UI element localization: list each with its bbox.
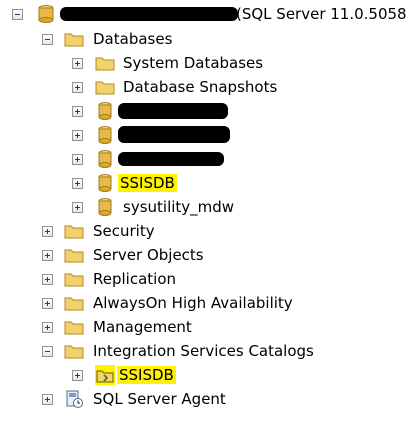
expand-icon[interactable] — [72, 82, 83, 93]
collapse-icon[interactable] — [42, 346, 53, 357]
tree-node-database-redacted[interactable] — [0, 99, 408, 123]
expand-icon[interactable] — [72, 154, 83, 165]
expand-icon[interactable] — [42, 394, 53, 405]
system-databases-label: System Databases — [123, 54, 264, 72]
database-icon — [98, 126, 112, 144]
security-label: Security — [93, 222, 155, 240]
database-icon — [98, 174, 112, 192]
expand-icon[interactable] — [72, 130, 83, 141]
expand-icon[interactable] — [42, 322, 53, 333]
tree-node-sql-server-agent[interactable]: SQL Server Agent — [0, 387, 408, 411]
folder-icon — [64, 225, 84, 239]
management-label: Management — [93, 318, 192, 336]
integration-services-catalogs-label: Integration Services Catalogs — [93, 342, 314, 360]
tree-node-ssisdb-catalog[interactable]: SSISDB — [0, 363, 408, 387]
ssisdb-database-label: SSISDB — [118, 174, 177, 192]
expand-icon[interactable] — [42, 226, 53, 237]
tree-node-replication[interactable]: Replication — [0, 267, 408, 291]
server-objects-label: Server Objects — [93, 246, 204, 264]
database-snapshots-label: Database Snapshots — [123, 78, 278, 96]
collapse-icon[interactable] — [12, 9, 23, 20]
database-icon — [98, 198, 112, 216]
folder-icon — [64, 249, 84, 263]
tree-node-database-redacted[interactable] — [0, 123, 408, 147]
folder-icon — [64, 345, 84, 359]
tree-node-management[interactable]: Management — [0, 315, 408, 339]
database-icon — [98, 150, 112, 168]
folder-icon — [64, 297, 84, 311]
expand-icon[interactable] — [42, 298, 53, 309]
tree-node-ssisdb-database[interactable]: SSISDB — [0, 171, 408, 195]
tree-node-databases[interactable]: Databases — [0, 27, 408, 51]
ssis-catalog-icon — [95, 365, 115, 385]
sql-agent-icon — [66, 390, 83, 408]
folder-icon — [64, 321, 84, 335]
tree-node-server[interactable]: (SQL Server 11.0.5058 - — [0, 2, 408, 26]
server-icon — [38, 5, 54, 23]
tree-node-sysutility-mdw[interactable]: sysutility_mdw — [0, 195, 408, 219]
ssisdb-catalog-label: SSISDB — [117, 366, 176, 384]
sql-server-agent-label: SQL Server Agent — [93, 390, 226, 408]
expand-icon[interactable] — [72, 202, 83, 213]
folder-icon — [95, 57, 115, 71]
alwayson-label: AlwaysOn High Availability — [93, 294, 293, 312]
folder-icon — [64, 33, 84, 47]
expand-icon[interactable] — [72, 58, 83, 69]
tree-node-database-snapshots[interactable]: Database Snapshots — [0, 75, 408, 99]
server-node-label: (SQL Server 11.0.5058 - — [236, 5, 408, 23]
expand-icon[interactable] — [42, 250, 53, 261]
folder-icon — [64, 273, 84, 287]
redacted-database-name — [118, 126, 230, 143]
expand-icon[interactable] — [72, 106, 83, 117]
collapse-icon[interactable] — [42, 34, 53, 45]
redacted-server-name — [60, 7, 238, 21]
expand-icon[interactable] — [42, 274, 53, 285]
folder-icon — [95, 81, 115, 95]
database-icon — [98, 102, 112, 120]
tree-node-alwayson[interactable]: AlwaysOn High Availability — [0, 291, 408, 315]
tree-node-server-objects[interactable]: Server Objects — [0, 243, 408, 267]
sysutility-mdw-label: sysutility_mdw — [123, 198, 235, 216]
tree-node-security[interactable]: Security — [0, 219, 408, 243]
redacted-database-name — [118, 152, 224, 166]
expand-icon[interactable] — [72, 178, 83, 189]
redacted-database-name — [118, 103, 228, 119]
tree-node-integration-services-catalogs[interactable]: Integration Services Catalogs — [0, 339, 408, 363]
replication-label: Replication — [93, 270, 177, 288]
tree-node-system-databases[interactable]: System Databases — [0, 51, 408, 75]
databases-label: Databases — [93, 30, 173, 48]
expand-icon[interactable] — [72, 370, 83, 381]
object-explorer-tree: (SQL Server 11.0.5058 - Databases System… — [0, 0, 408, 423]
tree-node-database-redacted[interactable] — [0, 147, 408, 171]
